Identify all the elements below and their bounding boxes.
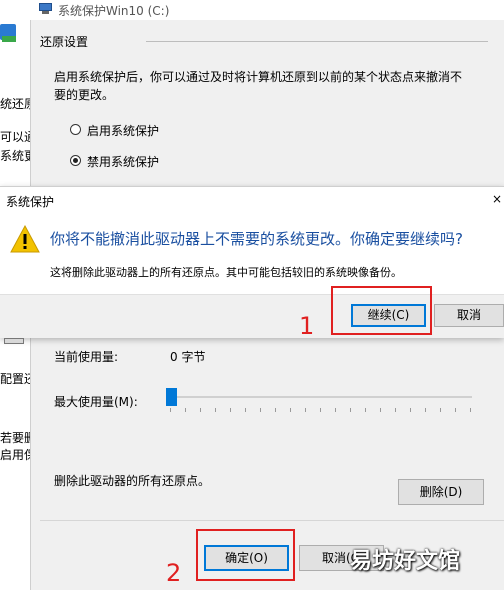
warning-icon: [10, 224, 40, 253]
computer-icon: [39, 3, 52, 14]
watermark-text: 易坊好文馆: [350, 549, 461, 574]
annotation-number-2: 2: [166, 559, 182, 587]
shield-icon: [0, 22, 18, 44]
radio-disable-label: 禁用系统保护: [87, 155, 160, 169]
radio-enable-protection[interactable]: 启用系统保护: [70, 122, 190, 138]
max-usage-slider-track[interactable]: [170, 396, 472, 398]
max-usage-slider-thumb[interactable]: [166, 388, 177, 406]
radio-circle[interactable]: [70, 124, 81, 135]
current-usage-value: 0 字节: [170, 350, 206, 364]
drive-icon: [4, 338, 24, 344]
delete-button[interactable]: 删除(D): [398, 479, 484, 505]
alert-cancel-button[interactable]: 取消: [434, 304, 504, 327]
radio-disable-protection[interactable]: 禁用系统保护: [70, 153, 190, 169]
slider-ticks: [170, 408, 472, 412]
max-usage-label: 最大使用量(M):: [54, 395, 138, 409]
current-usage-label: 当前使用量:: [54, 350, 119, 364]
annotation-number-1: 1: [299, 312, 315, 340]
delete-description: 删除此驱动器的所有还原点。: [54, 474, 211, 488]
restore-settings-label: 还原设置: [40, 35, 89, 49]
radio-circle-selected[interactable]: [70, 155, 81, 166]
footer-divider: [40, 520, 504, 521]
restore-description-cont: 要的更改。: [54, 88, 115, 102]
alert-heading: 你将不能撤消此驱动器上不需要的系统更改。你确定要继续吗?: [50, 230, 463, 248]
group-divider: [146, 41, 488, 42]
close-icon[interactable]: ×: [492, 192, 502, 206]
radio-enable-label: 启用系统保护: [87, 124, 160, 138]
annotation-box-1: [331, 286, 432, 335]
alert-message: 这将删除此驱动器上的所有还原点。其中可能包括较旧的系统映像备份。: [50, 266, 402, 279]
alert-title: 系统保护: [6, 195, 55, 209]
annotation-box-2: [196, 529, 295, 581]
restore-description: 启用系统保护后，你可以通过及时将计算机还原到以前的某个状态点来撤消不: [54, 70, 463, 84]
window-title: 系统保护Win10 (C:): [58, 4, 170, 18]
